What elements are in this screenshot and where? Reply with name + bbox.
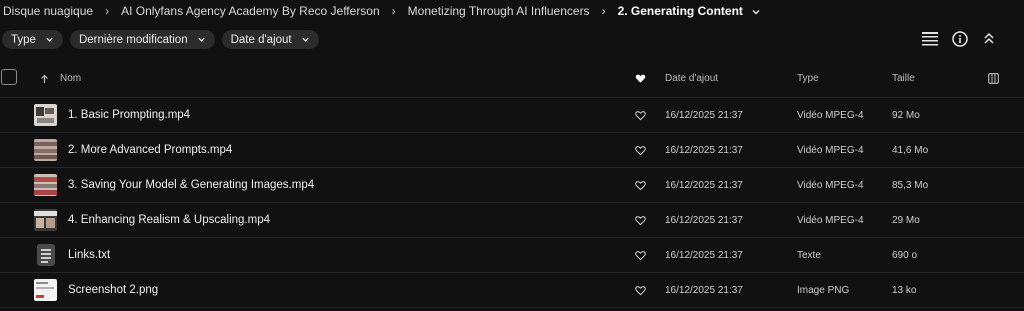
filter-type-label: Type [11, 33, 36, 46]
file-type: Vidéo MPEG-4 [797, 144, 864, 156]
heart-outline-icon[interactable] [635, 215, 646, 226]
chevron-right-icon: › [601, 4, 606, 18]
file-name[interactable]: 4. Enhancing Realism & Upscaling.mp4 [68, 203, 270, 237]
file-date: 16/12/2025 21:37 [665, 284, 743, 296]
header-name[interactable]: Nom [60, 60, 81, 97]
filter-added-button[interactable]: Date d'ajout [221, 30, 319, 49]
file-type: Vidéo MPEG-4 [797, 179, 864, 191]
file-size: 85,3 Mo [892, 179, 929, 191]
header-size[interactable]: Taille [892, 60, 915, 97]
file-date: 16/12/2025 21:37 [665, 214, 743, 226]
file-date: 16/12/2025 21:37 [665, 144, 743, 156]
file-size: 690 o [892, 249, 918, 261]
file-name[interactable]: 1. Basic Prompting.mp4 [68, 98, 190, 132]
collapse-icon[interactable] [980, 30, 998, 48]
video-thumbnail [34, 139, 57, 161]
file-date: 16/12/2025 21:37 [665, 249, 743, 261]
table-row[interactable]: 1. Basic Prompting.mp4 16/12/2025 21:37 … [0, 98, 1024, 133]
table-row[interactable]: Screenshot 2.png 16/12/2025 21:37 Image … [0, 273, 1024, 308]
table-row[interactable]: 2. More Advanced Prompts.mp4 16/12/2025 … [0, 133, 1024, 168]
chevron-down-icon [301, 37, 309, 42]
favorite-header-icon[interactable] [635, 73, 646, 84]
video-thumbnail [34, 104, 57, 126]
chevron-right-icon: › [391, 4, 396, 18]
filter-type-button[interactable]: Type [2, 30, 63, 49]
heart-outline-icon[interactable] [635, 110, 646, 121]
heart-outline-icon[interactable] [635, 180, 646, 191]
file-size: 92 Mo [892, 109, 920, 121]
image-thumbnail [34, 279, 57, 301]
heart-outline-icon[interactable] [635, 250, 646, 261]
file-type: Vidéo MPEG-4 [797, 109, 864, 121]
text-file-icon [37, 244, 55, 266]
chevron-down-icon [46, 37, 53, 42]
info-icon[interactable] [951, 30, 969, 48]
file-name[interactable]: Screenshot 2.png [68, 273, 158, 307]
table-row[interactable]: Links.txt 16/12/2025 21:37 Texte 690 o [0, 238, 1024, 273]
file-table: Nom Date d'ajout Type Taille 1. Basic Pr… [0, 60, 1024, 308]
file-name[interactable]: 2. More Advanced Prompts.mp4 [68, 133, 232, 167]
video-thumbnail [34, 209, 57, 231]
file-size: 13 ko [892, 284, 917, 296]
breadcrumb-item-root[interactable]: Disque nuagique [3, 4, 93, 18]
heart-outline-icon[interactable] [635, 285, 646, 296]
table-row[interactable]: 4. Enhancing Realism & Upscaling.mp4 16/… [0, 203, 1024, 238]
filter-modified-label: Dernière modification [78, 33, 188, 46]
columns-icon[interactable] [988, 60, 999, 97]
filter-added-label: Date d'ajout [230, 33, 292, 46]
chevron-right-icon: › [105, 4, 110, 18]
file-date: 16/12/2025 21:37 [665, 179, 743, 191]
file-type: Vidéo MPEG-4 [797, 214, 864, 226]
breadcrumb-item-current[interactable]: 2. Generating Content [618, 4, 743, 18]
chevron-down-icon[interactable] [751, 6, 761, 16]
breadcrumb-item-academy[interactable]: AI Onlyfans Agency Academy By Reco Jeffe… [121, 4, 380, 18]
table-row[interactable]: 3. Saving Your Model & Generating Images… [0, 168, 1024, 203]
heart-outline-icon[interactable] [635, 145, 646, 156]
table-header: Nom Date d'ajout Type Taille [0, 60, 1024, 98]
filter-bar: Type Dernière modification Date d'ajout [2, 30, 319, 49]
chevron-down-icon [197, 37, 205, 42]
file-size: 41,6 Mo [892, 144, 929, 156]
filter-modified-button[interactable]: Dernière modification [69, 30, 215, 49]
list-view-icon[interactable] [921, 30, 939, 48]
header-date[interactable]: Date d'ajout [665, 60, 718, 97]
file-name[interactable]: Links.txt [68, 238, 110, 272]
file-type: Image PNG [797, 284, 850, 296]
file-type: Texte [797, 249, 821, 261]
header-type[interactable]: Type [797, 60, 819, 97]
breadcrumb-item-monetizing[interactable]: Monetizing Through AI Influencers [408, 4, 590, 18]
sort-arrow-up-icon[interactable] [40, 60, 49, 97]
file-name[interactable]: 3. Saving Your Model & Generating Images… [68, 168, 314, 202]
file-size: 29 Mo [892, 214, 920, 226]
select-all-checkbox[interactable] [1, 69, 17, 85]
file-date: 16/12/2025 21:37 [665, 109, 743, 121]
video-thumbnail [34, 174, 57, 196]
breadcrumb: Disque nuagique › AI Onlyfans Agency Aca… [0, 0, 1024, 22]
